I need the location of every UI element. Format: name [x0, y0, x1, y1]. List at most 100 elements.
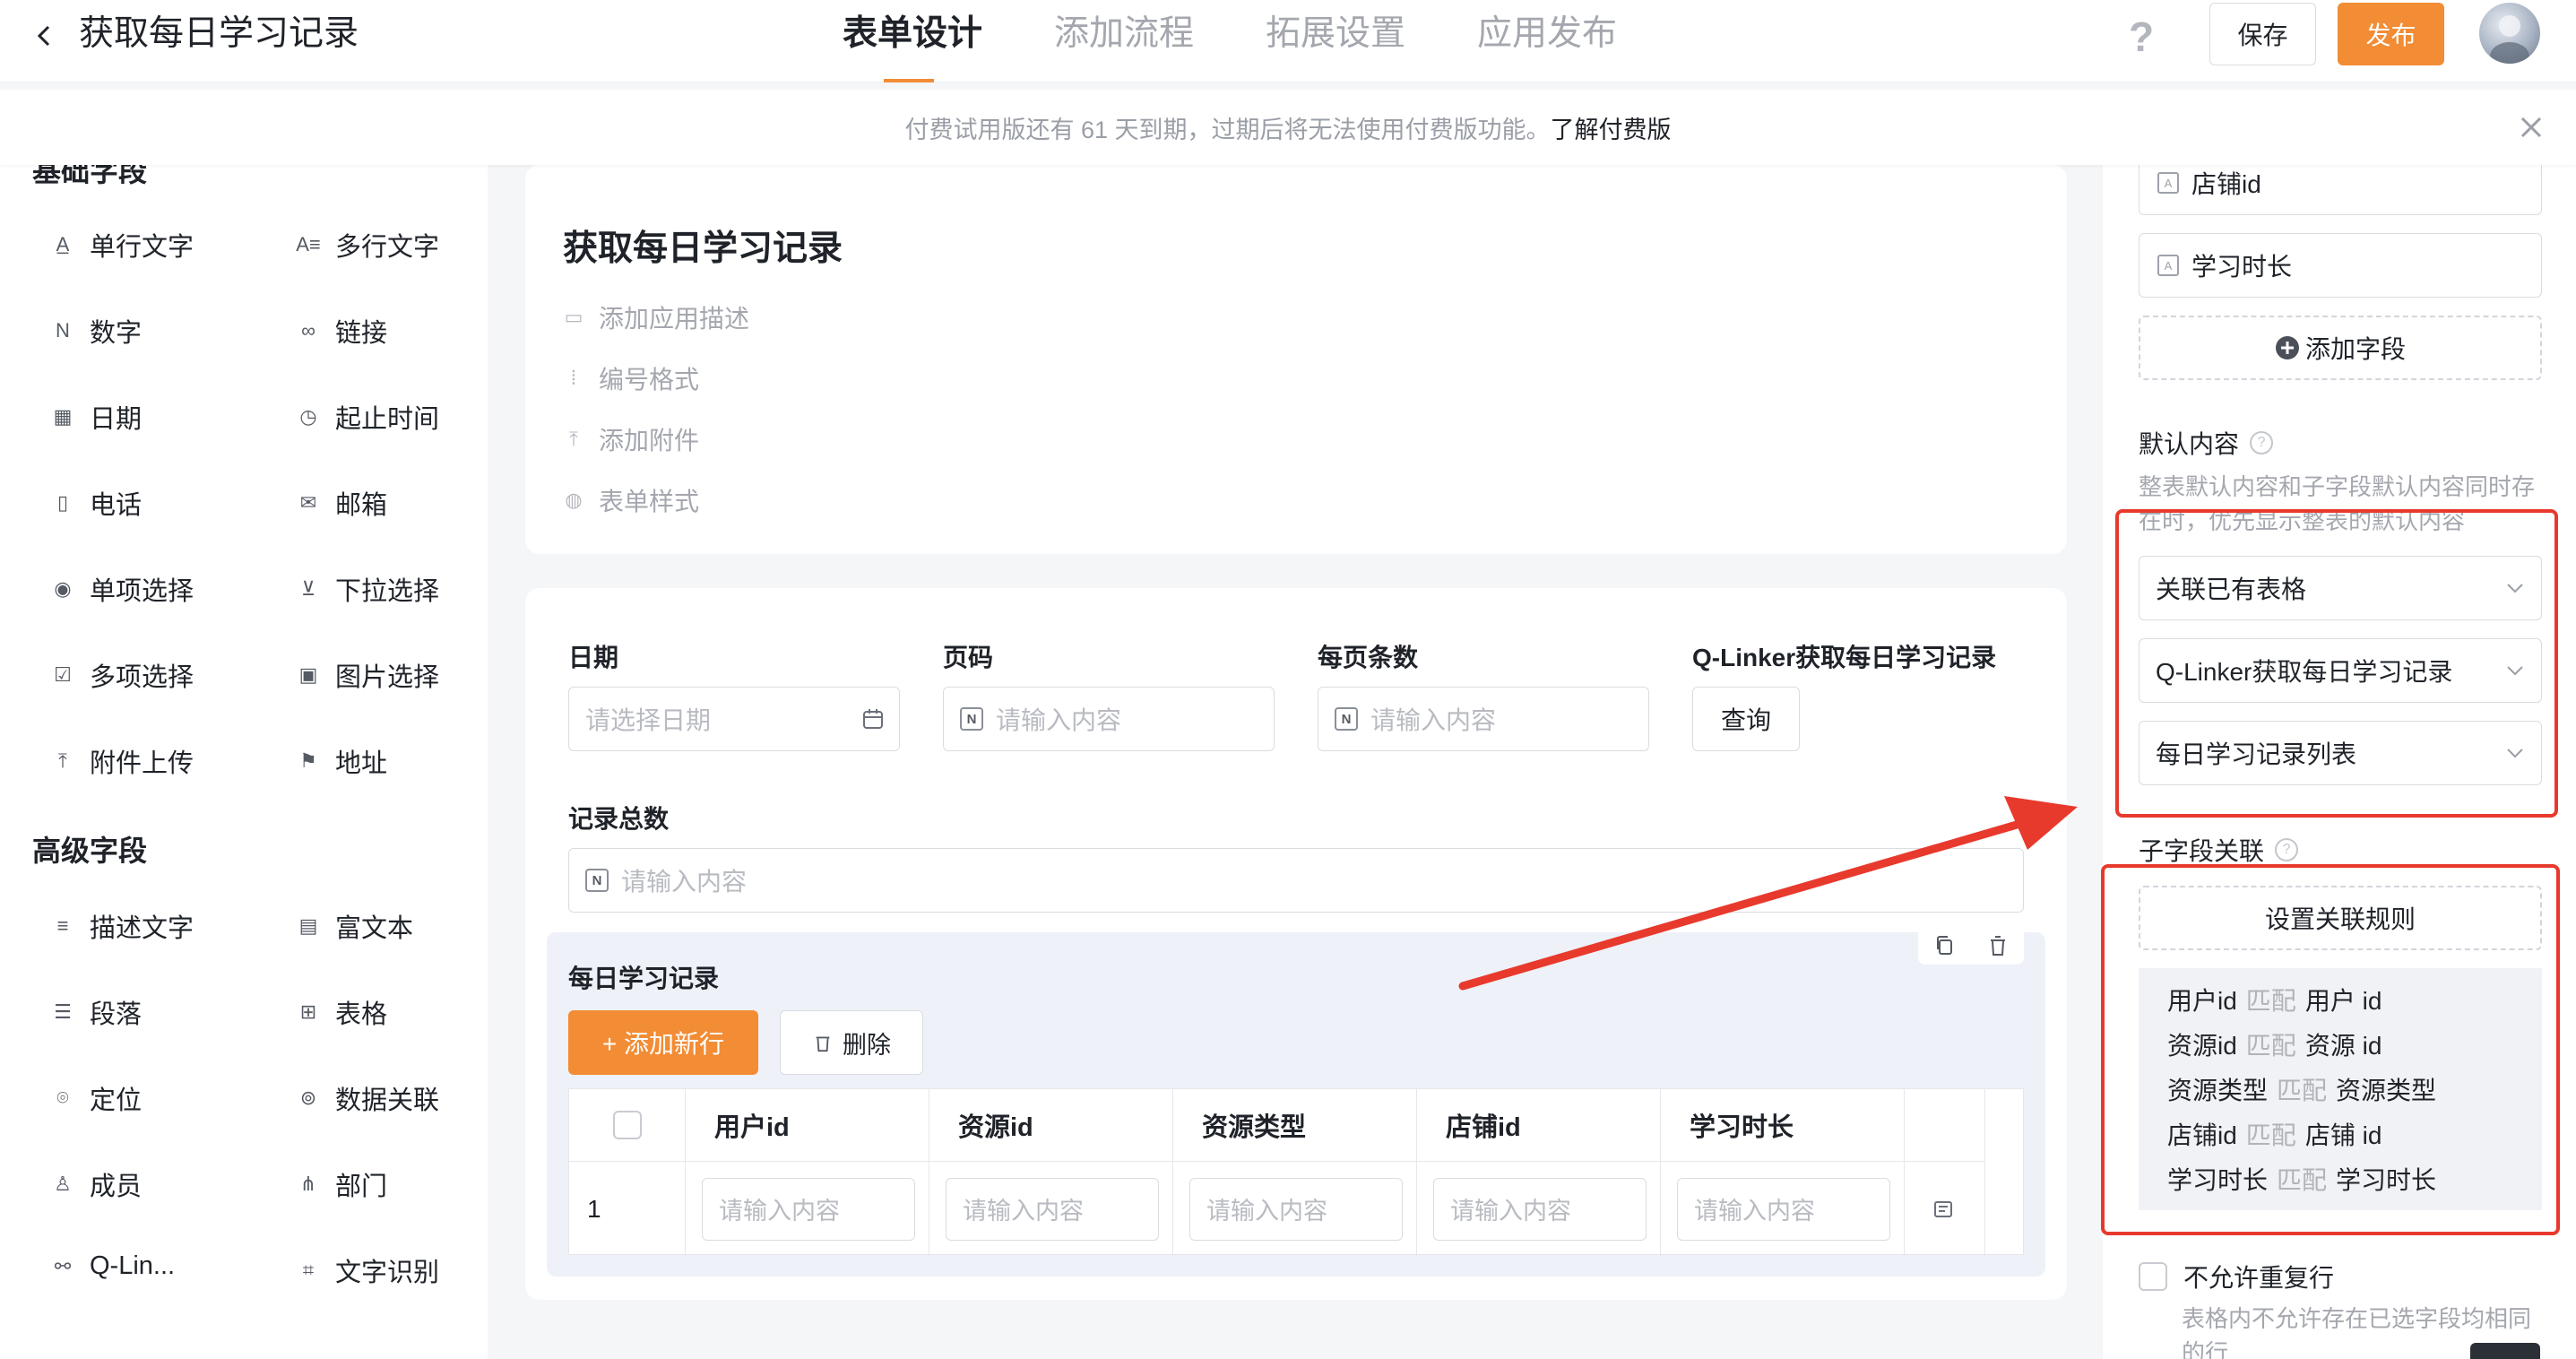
save-button[interactable]: 保存: [2209, 3, 2316, 65]
field-item[interactable]: ☰ 段落: [50, 993, 142, 1031]
single-line-text-icon: A̲: [56, 233, 70, 255]
no-duplicate-option[interactable]: 不允许重复行: [2139, 1259, 2334, 1294]
field-item[interactable]: ⋔ 部门: [296, 1165, 387, 1203]
paragraph-icon: ☰: [54, 1000, 72, 1023]
tab-app-publish[interactable]: 应用发布: [1477, 11, 1617, 57]
field-item-label: 附件上传: [90, 749, 194, 778]
add-row-button[interactable]: + 添加新行: [568, 1010, 758, 1075]
app-title: 获取每日学习记录: [79, 14, 359, 53]
field-item[interactable]: A̲ 单行文字: [50, 226, 194, 264]
field-item[interactable]: A≡ 多行文字: [296, 226, 439, 264]
cell-input-resource-type[interactable]: 请输入内容: [1189, 1177, 1403, 1241]
upload-icon: ⤒: [569, 428, 578, 450]
publish-button[interactable]: 发布: [2338, 3, 2444, 65]
address-icon: ⚑: [299, 749, 317, 772]
q-linker-icon: ⚯: [54, 1254, 72, 1277]
field-item[interactable]: ▯ 电话: [50, 484, 142, 522]
avatar[interactable]: [2479, 3, 2540, 64]
set-rule-button[interactable]: 设置关联规则: [2139, 886, 2542, 950]
field-item[interactable]: ⊻ 下拉选择: [296, 570, 439, 608]
form-title[interactable]: 获取每日学习记录: [563, 221, 843, 271]
rule-match: 匹配: [2277, 1077, 2328, 1104]
cell-input-study-duration[interactable]: 请输入内容: [1677, 1177, 1890, 1241]
chevron-down-icon: [2507, 749, 2523, 758]
delete-button[interactable]: 删除: [780, 1010, 923, 1075]
tab-add-process[interactable]: 添加流程: [1054, 11, 1194, 57]
field-item[interactable]: ⌗ 文字识别: [296, 1251, 439, 1289]
add-attachment-item[interactable]: ⤒ 添加附件: [561, 421, 699, 457]
field-item[interactable]: ◷ 起止时间: [296, 398, 439, 436]
number-format-item[interactable]: ⦙ 编号格式: [561, 360, 699, 396]
rule-left: 资源类型: [2167, 1077, 2269, 1104]
top-header: 获取每日学习记录 表单设计 添加流程 拓展设置 应用发布 ? 保存 发布: [0, 0, 2576, 82]
link-type-select[interactable]: 关联已有表格: [2139, 556, 2542, 620]
chevron-down-icon: [2507, 584, 2523, 593]
add-attachment-label: 添加附件: [599, 427, 700, 454]
column-header-actions: [1905, 1089, 1985, 1161]
sub-field-study-duration[interactable]: A 学习时长: [2139, 233, 2542, 298]
no-duplicate-checkbox[interactable]: [2139, 1262, 2167, 1291]
field-item[interactable]: ✉ 邮箱: [296, 484, 387, 522]
copy-icon[interactable]: [1933, 934, 1957, 957]
total-input[interactable]: N 请输入内容: [568, 848, 2024, 913]
field-item[interactable]: ▣ 图片选择: [296, 656, 439, 694]
field-item[interactable]: ⊚ 数据关联: [296, 1079, 439, 1117]
multi-line-text-icon: A≡: [296, 233, 321, 255]
qlinker-field-label: Q-Linker获取每日学习记录: [1692, 644, 1997, 671]
help-icon[interactable]: ?: [2129, 13, 2154, 61]
help-icon[interactable]: ?: [2275, 838, 2299, 861]
trash-icon[interactable]: [1986, 934, 2010, 957]
learn-paid-link[interactable]: 了解付费版: [1551, 110, 1672, 145]
rule-left: 学习时长: [2167, 1166, 2269, 1194]
table-icon: ⊞: [299, 1000, 317, 1023]
field-item[interactable]: ∞ 链接: [296, 312, 387, 350]
field-item[interactable]: ◉ 单项选择: [50, 570, 194, 608]
field-item[interactable]: ▤ 富文本: [296, 907, 413, 945]
field-item[interactable]: ♙ 成员: [50, 1165, 142, 1203]
field-item[interactable]: ⌾ 定位: [50, 1079, 142, 1117]
field-item[interactable]: ⤒ 附件上传: [50, 742, 194, 780]
add-field-button[interactable]: 添加字段: [2139, 316, 2542, 380]
source-table-select[interactable]: Q-Linker获取每日学习记录: [2139, 638, 2542, 703]
cell-input-resource-id[interactable]: 请输入内容: [946, 1177, 1159, 1241]
rule-line: 资源id 匹配 资源 id: [2167, 1024, 2542, 1069]
back-arrow-icon[interactable]: [27, 18, 63, 54]
page-input[interactable]: N 请输入内容: [943, 687, 1275, 751]
field-item[interactable]: ⚯ Q-Lin...: [50, 1251, 175, 1281]
field-item[interactable]: ≡ 描述文字: [50, 907, 194, 945]
select-all-checkbox[interactable]: [612, 1111, 642, 1139]
source-list-select[interactable]: 每日学习记录列表: [2139, 721, 2542, 785]
table-row: 请输入内容: [1661, 1161, 1905, 1256]
add-description-item[interactable]: ▭ 添加应用描述: [561, 299, 749, 335]
field-item[interactable]: ⚑ 地址: [296, 742, 387, 780]
number-icon: N: [960, 707, 983, 731]
form-style-item[interactable]: ◍ 表单样式: [561, 482, 699, 518]
close-icon[interactable]: [2515, 111, 2547, 143]
calendar-icon: ▦: [53, 405, 73, 428]
row-edit-icon[interactable]: [1932, 1196, 1958, 1223]
rule-right: 资源 id: [2304, 1032, 2382, 1060]
query-button[interactable]: 查询: [1692, 687, 1800, 751]
field-item-label: 数据关联: [335, 1086, 440, 1115]
field-item-label: 文字识别: [335, 1259, 440, 1287]
tab-extension-settings[interactable]: 拓展设置: [1266, 11, 1405, 57]
checkbox-icon: ☑: [54, 663, 72, 686]
cell-input-shop-id[interactable]: 请输入内容: [1433, 1177, 1647, 1241]
mail-icon: ✉: [299, 491, 317, 514]
field-item[interactable]: N 数字: [50, 312, 142, 350]
row-number: 1: [569, 1161, 686, 1256]
tab-form-design[interactable]: 表单设计: [843, 11, 982, 57]
field-item[interactable]: ⊞ 表格: [296, 993, 387, 1031]
field-item-label: 下拉选择: [335, 577, 440, 606]
help-icon[interactable]: ?: [2250, 431, 2274, 454]
field-item[interactable]: ▦ 日期: [50, 398, 142, 436]
page-size-input[interactable]: N 请输入内容: [1318, 687, 1649, 751]
field-item[interactable]: ☑ 多项选择: [50, 656, 194, 694]
select-all-header: [569, 1089, 686, 1161]
date-input[interactable]: 请选择日期: [568, 687, 900, 751]
upload-icon: ⤒: [58, 749, 67, 772]
scrollbar-thumb[interactable]: [2470, 1343, 2540, 1359]
cell-input-user-id[interactable]: 请输入内容: [702, 1177, 915, 1241]
field-item-label: 起止时间: [335, 405, 440, 434]
number-format-label: 编号格式: [599, 366, 700, 394]
